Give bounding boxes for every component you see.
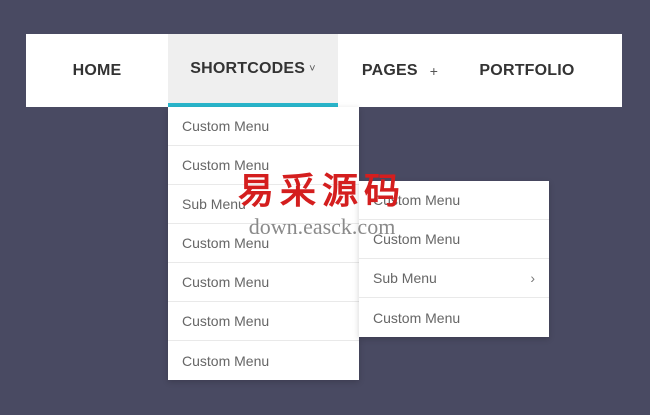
dropdown-item-label: Custom Menu [182, 118, 270, 134]
submenu-item-sub-menu[interactable]: Sub Menu › [359, 259, 549, 298]
submenu-item-label: Custom Menu [373, 309, 461, 326]
submenu-item-custom-menu[interactable]: Custom Menu [359, 298, 549, 337]
dropdown-item-label: Custom Menu [182, 274, 270, 290]
dropdown-item-custom-menu[interactable]: Custom Menu [168, 146, 359, 185]
dropdown-item-custom-menu[interactable]: Custom Menu [168, 107, 359, 146]
dropdown-item-label: Custom Menu [182, 157, 270, 173]
dropdown-item-label: Custom Menu [182, 313, 270, 329]
plus-icon: + [429, 62, 439, 79]
dropdown-item-label: Custom Menu [182, 352, 270, 369]
dropdown-item-custom-menu[interactable]: Custom Menu [168, 302, 359, 341]
nav-shortcodes-label: SHORTCODES [190, 59, 306, 77]
nav-portfolio[interactable]: PORTFOLIO [462, 34, 592, 107]
submenu-item-custom-menu[interactable]: Custom Menu [359, 181, 549, 220]
main-navbar: HOME SHORTCODES ˅ PAGES + PORTFOLIO [26, 34, 622, 107]
submenu-item-custom-menu[interactable]: Custom Menu [359, 220, 549, 259]
chevron-right-icon: › [530, 270, 535, 286]
submenu-item-label: Custom Menu [373, 231, 461, 247]
dropdown-item-custom-menu[interactable]: Custom Menu [168, 263, 359, 302]
submenu-dropdown: Custom Menu Custom Menu Sub Menu › Custo… [359, 181, 549, 337]
dropdown-item-sub-menu[interactable]: Sub Menu [168, 185, 359, 224]
nav-portfolio-label: PORTFOLIO [479, 61, 575, 79]
shortcodes-dropdown: Custom Menu Custom Menu Sub Menu Custom … [168, 107, 359, 380]
nav-home-label: HOME [72, 61, 122, 79]
submenu-item-label: Sub Menu [373, 270, 437, 286]
nav-pages[interactable]: PAGES + [338, 34, 462, 107]
nav-home[interactable]: HOME [26, 34, 168, 107]
submenu-item-label: Custom Menu [373, 192, 461, 208]
nav-shortcodes[interactable]: SHORTCODES ˅ [168, 34, 338, 107]
dropdown-item-custom-menu[interactable]: Custom Menu [168, 341, 359, 380]
dropdown-item-label: Custom Menu [182, 235, 270, 251]
dropdown-item-label: Sub Menu [182, 196, 246, 212]
nav-pages-label: PAGES [361, 61, 418, 79]
dropdown-item-custom-menu[interactable]: Custom Menu [168, 224, 359, 263]
chevron-down-icon: ˅ [309, 62, 316, 75]
